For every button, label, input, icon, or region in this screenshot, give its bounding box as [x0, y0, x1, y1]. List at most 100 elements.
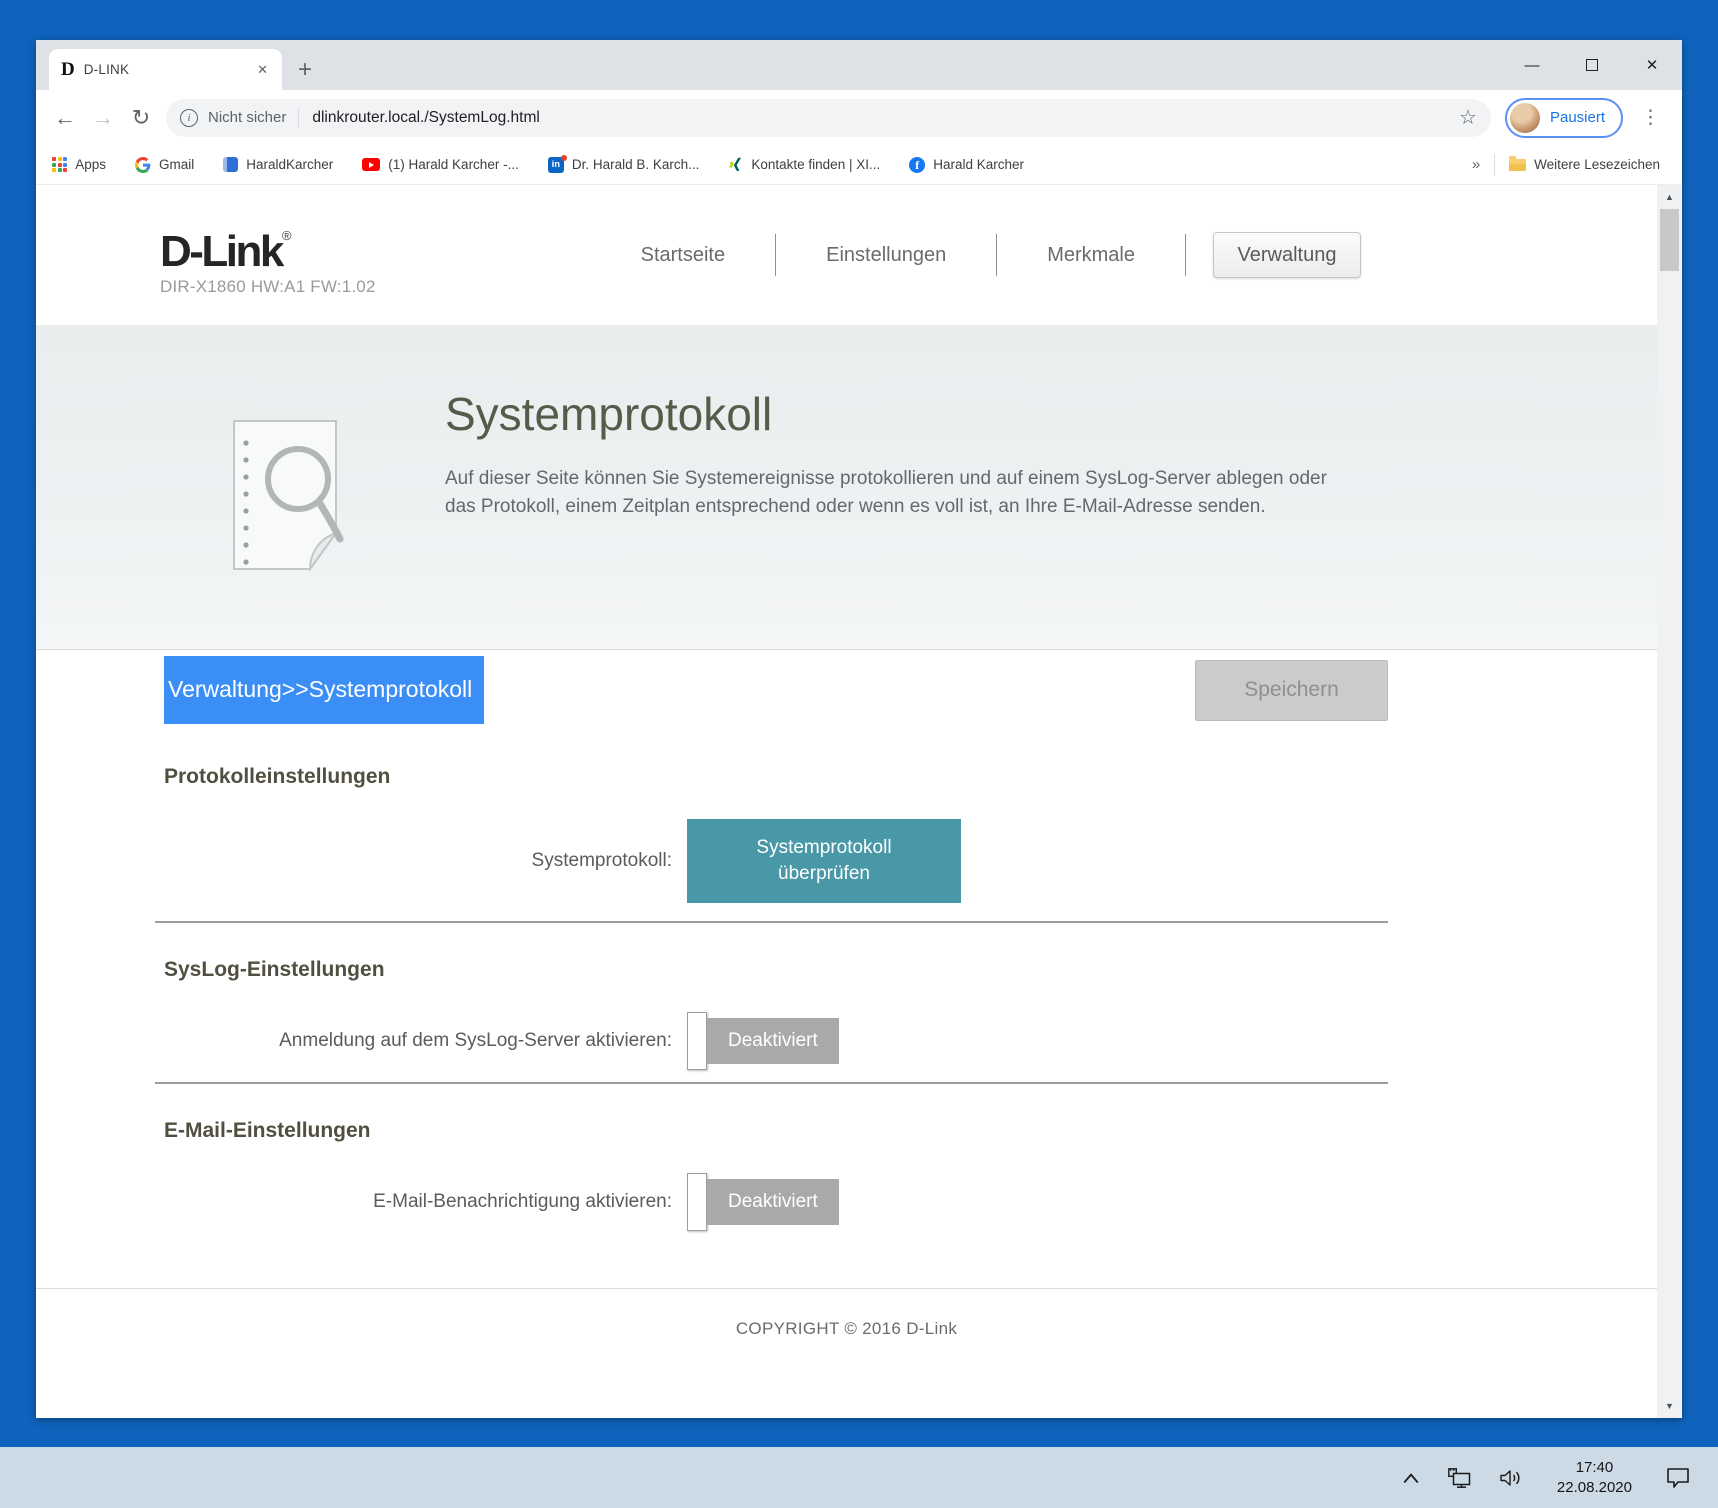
settings-form: Protokolleinstellungen Systemprotokoll: … [36, 730, 1657, 1418]
close-button[interactable]: ✕ [1622, 40, 1682, 90]
minimize-button[interactable]: — [1502, 40, 1562, 90]
nav-merkmale[interactable]: Merkmale [997, 244, 1185, 267]
copyright: COPYRIGHT © 2016 D-Link [735, 1319, 958, 1338]
bookmark-label: Gmail [158, 157, 195, 172]
device-model-label: DIR-X1860 HW:A1 FW:1.02 [160, 276, 376, 296]
close-icon: ✕ [1645, 57, 1659, 74]
check-systemlog-button-line1: Systemprotokoll [756, 837, 892, 858]
site-header: D-Link® DIR-X1860 HW:A1 FW:1.02 Startsei… [36, 185, 1657, 325]
address-bar[interactable]: i Nicht sicher dlinkrouter.local./System… [166, 98, 1491, 137]
nav-verwaltung[interactable]: Verwaltung [1213, 232, 1361, 278]
profile-button[interactable]: Pausiert [1504, 97, 1623, 138]
action-bar: Verwaltung>>Systemprotokoll Speichern [36, 650, 1657, 730]
tab-close-icon[interactable]: ✕ [253, 60, 272, 80]
bookmark-haraldkarcher[interactable]: HaraldKarcher [223, 157, 333, 172]
apps-grid-icon [52, 156, 68, 173]
omnibox-divider [298, 107, 300, 128]
syslog-toggle[interactable]: Deaktiviert [687, 1012, 839, 1070]
bookmark-xing[interactable]: Kontakte finden | XI... [728, 157, 880, 173]
titlebar: D D-LINK ✕ + — ✕ [36, 40, 1682, 90]
main-nav: Startseite Einstellungen Merkmale Verwal… [591, 232, 1361, 278]
log-document-magnifier-icon [233, 420, 344, 573]
more-bookmarks-button[interactable]: Weitere Lesezeichen [1509, 155, 1660, 172]
bookmark-facebook[interactable]: f Harald Karcher [909, 156, 1024, 173]
blue-site-icon [223, 157, 239, 172]
maximize-button[interactable] [1562, 40, 1622, 90]
bookmark-apps[interactable]: Apps [52, 156, 106, 173]
bookmark-linkedin[interactable]: in Dr. Harald B. Karch... [547, 154, 700, 173]
folder-icon [1509, 155, 1527, 171]
scrollbar-thumb[interactable] [1660, 209, 1679, 271]
bookmarks-bar: Apps Gmail HaraldKarcher (1) Harald Karc… [36, 145, 1682, 185]
bookmarks-overflow-button[interactable]: » [1472, 156, 1480, 173]
bookmark-gmail[interactable]: Gmail [134, 156, 195, 173]
action-center-icon[interactable] [1666, 1467, 1690, 1488]
section-heading-syslog: SysLog-Einstellungen [164, 958, 385, 981]
more-bookmarks-label: Weitere Lesezeichen [1534, 157, 1660, 172]
footer-divider [36, 1288, 1657, 1289]
syslog-toggle-label: Anmeldung auf dem SysLog-Server aktivier… [279, 1030, 672, 1051]
check-systemlog-button-line2: überprüfen [778, 863, 870, 884]
window-controls: — ✕ [1502, 40, 1682, 90]
hero-banner: Systemprotokoll Auf dieser Seite können … [36, 325, 1657, 650]
scroll-up-icon[interactable]: ▲ [1657, 192, 1682, 202]
taskbar: 17:40 22.08.2020 [0, 1447, 1718, 1508]
registered-mark: ® [281, 227, 292, 243]
page-viewport: D-Link® DIR-X1860 HW:A1 FW:1.02 Startsei… [36, 185, 1682, 1418]
nav-divider [1185, 234, 1186, 276]
section-heading-email: E-Mail-Einstellungen [164, 1119, 371, 1142]
save-button[interactable]: Speichern [1195, 659, 1388, 721]
systemlog-label: Systemprotokoll: [531, 850, 672, 871]
nav-einstellungen[interactable]: Einstellungen [776, 244, 996, 267]
check-systemlog-button[interactable]: Systemprotokoll überprüfen [687, 819, 961, 903]
browser-tab[interactable]: D D-LINK ✕ [49, 49, 282, 90]
browser-menu-button[interactable]: ⋮ [1633, 106, 1668, 129]
section-divider [155, 1082, 1388, 1084]
router-page: D-Link® DIR-X1860 HW:A1 FW:1.02 Startsei… [36, 185, 1657, 1418]
taskbar-date: 22.08.2020 [1556, 1478, 1632, 1496]
browser-toolbar: ← → ↻ i Nicht sicher dlinkrouter.local./… [36, 90, 1682, 145]
dlink-logo: D-Link® [160, 226, 292, 276]
bookmark-label: Dr. Harald B. Karch... [571, 157, 700, 172]
toggle-knob[interactable] [687, 1012, 707, 1070]
toggle-state-label: Deaktiviert [707, 1179, 839, 1225]
minimize-icon: — [1524, 56, 1540, 74]
new-tab-button[interactable]: + [298, 58, 312, 82]
bookmark-label: (1) Harald Karcher -... [388, 157, 519, 172]
chevron-up-icon[interactable] [1402, 1472, 1420, 1484]
linkedin-icon: in [547, 154, 567, 173]
brand-block: D-Link® DIR-X1860 HW:A1 FW:1.02 [160, 214, 376, 297]
nav-startseite[interactable]: Startseite [591, 244, 775, 267]
bookmark-label: HaraldKarcher [246, 157, 334, 172]
url-text[interactable]: dlinkrouter.local./SystemLog.html [312, 109, 539, 127]
email-toggle-row: E-Mail-Benachrichtigung aktivieren: Deak… [36, 1173, 1657, 1231]
facebook-icon: f [909, 156, 926, 173]
network-icon[interactable] [1448, 1467, 1472, 1488]
page-scrollbar[interactable]: ▲ ▼ [1657, 185, 1682, 1418]
bookmark-label: Apps [75, 157, 106, 172]
volume-icon[interactable] [1500, 1469, 1523, 1487]
systemlog-row: Systemprotokoll: Systemprotokoll überprü… [36, 819, 1657, 903]
back-button[interactable]: ← [46, 99, 84, 137]
forward-button[interactable]: → [84, 99, 122, 137]
profile-status-label: Pausiert [1549, 109, 1605, 126]
google-g-icon [134, 156, 151, 173]
security-label: Nicht sicher [208, 109, 287, 126]
dlink-favicon-icon: D [61, 58, 75, 80]
system-tray: 17:40 22.08.2020 [1402, 1458, 1690, 1498]
email-toggle[interactable]: Deaktiviert [687, 1173, 839, 1231]
bookmark-label: Kontakte finden | XI... [751, 157, 881, 172]
bookmark-youtube[interactable]: (1) Harald Karcher -... [362, 157, 519, 172]
site-info-icon[interactable]: i [180, 108, 198, 127]
section-divider [155, 921, 1388, 923]
taskbar-clock[interactable]: 17:40 22.08.2020 [1557, 1458, 1632, 1498]
page-title: Systemprotokoll [445, 388, 773, 440]
toggle-knob[interactable] [687, 1173, 707, 1231]
breadcrumb[interactable]: Verwaltung>>Systemprotokoll [164, 656, 485, 724]
reload-button[interactable]: ↻ [122, 99, 160, 137]
avatar [1509, 102, 1540, 133]
scroll-down-icon[interactable]: ▼ [1657, 1401, 1682, 1411]
xing-icon [729, 157, 742, 171]
browser-window: D D-LINK ✕ + — ✕ ← → ↻ i Nicht sicher dl… [36, 40, 1682, 1418]
bookmark-star-icon[interactable]: ☆ [1459, 105, 1477, 130]
